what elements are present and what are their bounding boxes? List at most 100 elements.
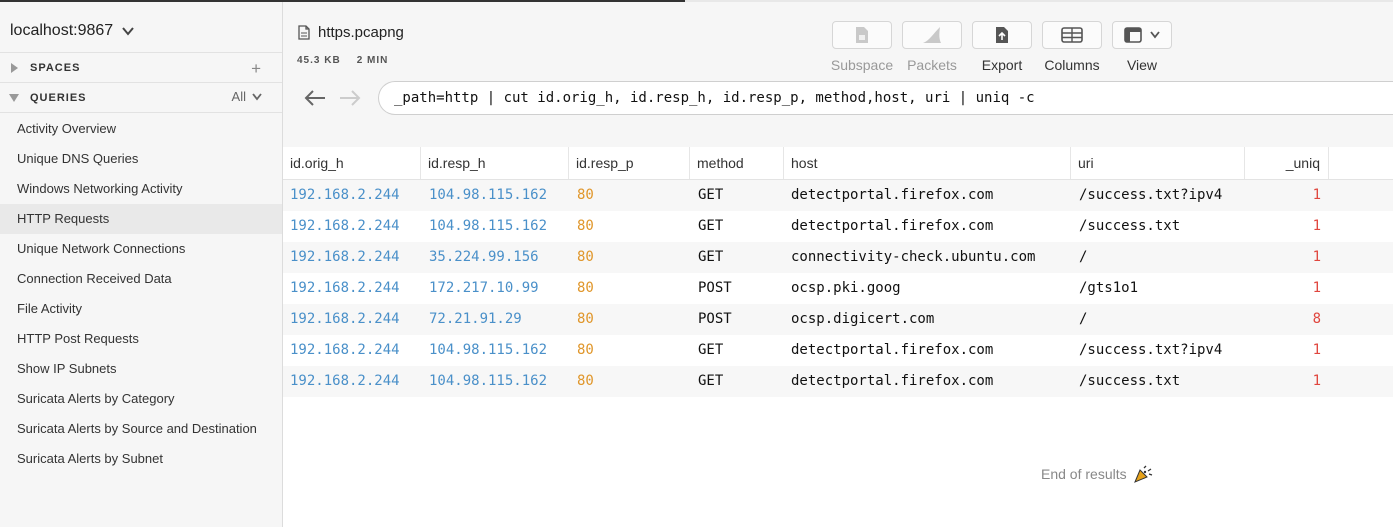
export-button-frame: [972, 21, 1032, 49]
cell-id-resp-p[interactable]: 80: [577, 304, 594, 335]
query-item[interactable]: Suricata Alerts by Subnet: [0, 444, 282, 474]
column-header[interactable]: id.orig_h: [283, 147, 421, 179]
query-item[interactable]: Suricata Alerts by Category: [0, 384, 282, 414]
cell-uniq[interactable]: 1: [1245, 211, 1321, 242]
cell-host[interactable]: ocsp.pki.goog: [791, 273, 901, 304]
column-header[interactable]: uri: [1071, 147, 1245, 179]
column-header[interactable]: _uniq: [1245, 147, 1329, 179]
cell-uri[interactable]: /: [1079, 304, 1087, 335]
cell-id-orig-h[interactable]: 192.168.2.244: [290, 335, 400, 366]
queries-list: Activity Overview Unique DNS Queries Windo…: [0, 114, 282, 474]
cell-id-resp-p[interactable]: 80: [577, 242, 594, 273]
cell-id-orig-h[interactable]: 192.168.2.244: [290, 211, 400, 242]
cell-id-resp-p[interactable]: 80: [577, 273, 594, 304]
cell-host[interactable]: ocsp.digicert.com: [791, 304, 934, 335]
cell-host[interactable]: detectportal.firefox.com: [791, 366, 993, 397]
cell-id-resp-p[interactable]: 80: [577, 211, 594, 242]
query-item[interactable]: Windows Networking Activity: [0, 174, 282, 204]
chevron-down-icon: [122, 27, 134, 36]
query-item[interactable]: Unique DNS Queries: [0, 144, 282, 174]
search-header: https.pcapng 45.3 KB 2 MIN Subspace Pack…: [283, 2, 1393, 147]
back-arrow-icon[interactable]: [303, 89, 327, 107]
cell-method[interactable]: POST: [698, 304, 732, 335]
cell-uri[interactable]: /success.txt?ipv4: [1079, 335, 1222, 366]
cell-method[interactable]: GET: [698, 366, 723, 397]
cell-id-resp-h[interactable]: 104.98.115.162: [429, 366, 547, 397]
cell-id-resp-p[interactable]: 80: [577, 335, 594, 366]
cell-method[interactable]: GET: [698, 180, 723, 211]
cell-id-resp-h[interactable]: 35.224.99.156: [429, 242, 539, 273]
host-selector[interactable]: localhost:9867: [10, 22, 135, 40]
end-of-results: End of results: [1041, 465, 1153, 483]
table-row[interactable]: 192.168.2.244 104.98.115.162 80 GET detectpo…: [283, 211, 1393, 242]
table-row[interactable]: 192.168.2.244 172.217.10.99 80 POST ocsp.pki…: [283, 273, 1393, 304]
cell-id-resp-h[interactable]: 104.98.115.162: [429, 211, 547, 242]
cell-uri[interactable]: /gts1o1: [1079, 273, 1138, 304]
cell-method[interactable]: GET: [698, 335, 723, 366]
query-item[interactable]: HTTP Post Requests: [0, 324, 282, 354]
cell-host[interactable]: detectportal.firefox.com: [791, 335, 993, 366]
cell-uniq[interactable]: 1: [1245, 335, 1321, 366]
column-header[interactable]: host: [784, 147, 1071, 179]
query-input[interactable]: _path=http | cut id.orig_h, id.resp_h, i…: [378, 81, 1393, 115]
cell-host[interactable]: detectportal.firefox.com: [791, 180, 993, 211]
cell-id-orig-h[interactable]: 192.168.2.244: [290, 242, 400, 273]
end-of-results-label: End of results: [1041, 466, 1127, 482]
query-text[interactable]: _path=http | cut id.orig_h, id.resp_h, i…: [394, 90, 1035, 106]
cell-uniq[interactable]: 1: [1245, 242, 1321, 273]
view-button-frame: [1112, 21, 1172, 49]
cell-uri[interactable]: /success.txt?ipv4: [1079, 180, 1222, 211]
forward-arrow-icon[interactable]: [338, 89, 362, 107]
table-row[interactable]: 192.168.2.244 104.98.115.162 80 GET detectpo…: [283, 180, 1393, 211]
cell-id-resp-h[interactable]: 72.21.91.29: [429, 304, 522, 335]
cell-id-resp-p[interactable]: 80: [577, 180, 594, 211]
chevron-down-icon: [1150, 31, 1160, 39]
query-item[interactable]: Activity Overview: [0, 114, 282, 144]
cell-id-resp-h[interactable]: 172.217.10.99: [429, 273, 539, 304]
cell-id-orig-h[interactable]: 192.168.2.244: [290, 273, 400, 304]
cell-id-resp-h[interactable]: 104.98.115.162: [429, 180, 547, 211]
queries-filter-value: All: [231, 89, 246, 104]
queries-filter-dropdown[interactable]: All: [232, 89, 262, 104]
table-row[interactable]: 192.168.2.244 104.98.115.162 80 GET detectpo…: [283, 366, 1393, 397]
query-item[interactable]: HTTP Requests: [0, 204, 282, 234]
table-row[interactable]: 192.168.2.244 72.21.91.29 80 POST ocsp.digic…: [283, 304, 1393, 335]
cell-id-orig-h[interactable]: 192.168.2.244: [290, 366, 400, 397]
cell-uri[interactable]: /success.txt: [1079, 366, 1180, 397]
view-layout-icon: [1124, 27, 1142, 43]
cell-uri[interactable]: /success.txt: [1079, 211, 1180, 242]
table-row[interactable]: 192.168.2.244 104.98.115.162 80 GET detectpo…: [283, 335, 1393, 366]
cell-uri[interactable]: /: [1079, 242, 1087, 273]
cell-method[interactable]: POST: [698, 273, 732, 304]
cell-host[interactable]: detectportal.firefox.com: [791, 211, 993, 242]
cell-uniq[interactable]: 1: [1245, 180, 1321, 211]
file-title: https.pcapng: [298, 24, 404, 41]
add-space-icon[interactable]: +: [251, 59, 262, 79]
query-item[interactable]: File Activity: [0, 294, 282, 324]
query-item[interactable]: Suricata Alerts by Source and Destinatio…: [0, 414, 282, 444]
cell-host[interactable]: connectivity-check.ubuntu.com: [791, 242, 1035, 273]
query-item[interactable]: Unique Network Connections: [0, 234, 282, 264]
column-header[interactable]: method: [690, 147, 784, 179]
query-item[interactable]: Show IP Subnets: [0, 354, 282, 384]
column-header[interactable]: id.resp_p: [569, 147, 690, 179]
file-size: 45.3 KB: [297, 55, 341, 66]
cell-id-orig-h[interactable]: 192.168.2.244: [290, 304, 400, 335]
cell-id-orig-h[interactable]: 192.168.2.244: [290, 180, 400, 211]
cell-uniq[interactable]: 1: [1245, 366, 1321, 397]
chevron-down-icon: [252, 92, 262, 100]
table-row[interactable]: 192.168.2.244 35.224.99.156 80 GET connectiv…: [283, 242, 1393, 273]
cell-id-resp-h[interactable]: 104.98.115.162: [429, 335, 547, 366]
column-header[interactable]: id.resp_h: [421, 147, 569, 179]
cell-uniq[interactable]: 1: [1245, 273, 1321, 304]
spaces-section-header[interactable]: SPACES +: [0, 52, 282, 82]
cell-method[interactable]: GET: [698, 242, 723, 273]
view-button[interactable]: View: [1097, 21, 1187, 73]
query-item[interactable]: Connection Received Data: [0, 264, 282, 294]
cell-uniq[interactable]: 8: [1245, 304, 1321, 335]
sidebar: localhost:9867 SPACES + QUERIES All Acti…: [0, 2, 283, 527]
party-popper-icon: [1133, 465, 1152, 483]
cell-id-resp-p[interactable]: 80: [577, 366, 594, 397]
cell-method[interactable]: GET: [698, 211, 723, 242]
queries-section-header[interactable]: QUERIES All: [0, 82, 282, 113]
